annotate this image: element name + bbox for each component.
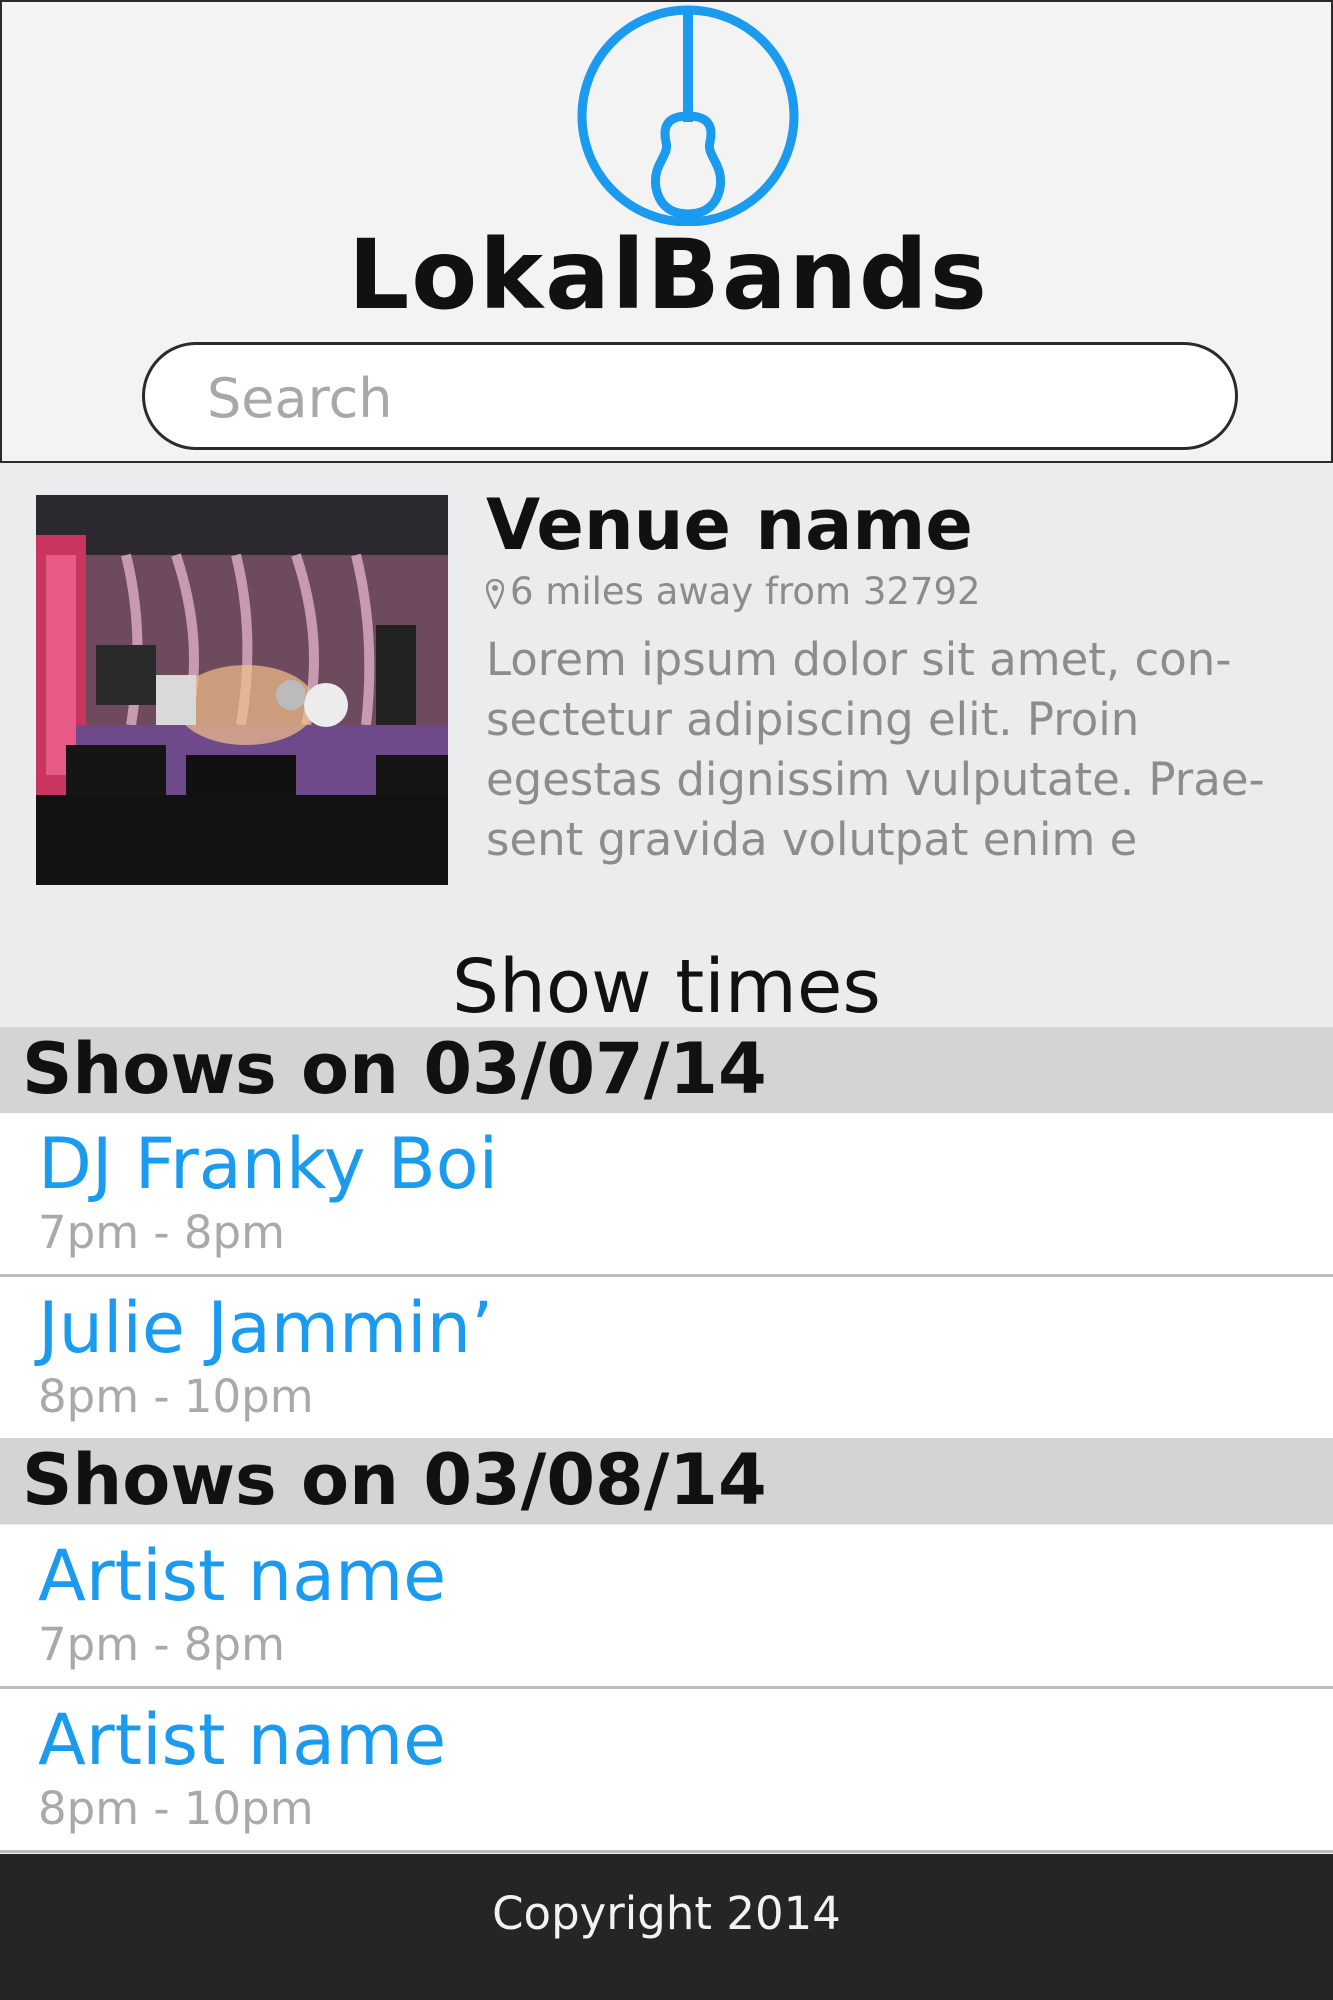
show-time: 8pm - 10pm	[38, 1782, 314, 1835]
artist-name-link[interactable]: DJ Franky Boi	[38, 1119, 498, 1209]
artist-name-link[interactable]: Artist name	[38, 1695, 446, 1785]
artist-name-link[interactable]: Artist name	[38, 1531, 446, 1621]
venue-photo	[36, 495, 448, 885]
search-input[interactable]	[205, 353, 1169, 443]
map-pin-icon	[485, 578, 505, 611]
show-row[interactable]: DJ Franky Boi 7pm - 8pm	[0, 1113, 1333, 1277]
show-time: 7pm - 8pm	[38, 1206, 285, 1259]
day-header-label: Shows on 03/07/14	[22, 1028, 767, 1110]
show-times-title: Show times	[452, 944, 881, 1030]
app-header: LokalBands	[0, 0, 1333, 463]
guitar-logo-icon[interactable]	[574, 4, 802, 226]
show-time: 8pm - 10pm	[38, 1370, 314, 1423]
venue-description: Lorem ipsum dolor sit amet, con-sectetur…	[486, 633, 1265, 866]
footer: Copyright 2014	[0, 1854, 1333, 2000]
venue-distance-text: 6 miles away from 32792	[510, 570, 981, 613]
day-header: Shows on 03/08/14	[0, 1438, 1333, 1524]
app-logo-text[interactable]: LokalBands	[2, 220, 1333, 330]
day-header-label: Shows on 03/08/14	[22, 1439, 767, 1521]
show-row[interactable]: Artist name 8pm - 10pm	[0, 1689, 1333, 1853]
venue-name: Venue name	[486, 484, 973, 566]
search-box[interactable]	[142, 342, 1238, 450]
show-row[interactable]: Julie Jammin’ 8pm - 10pm	[0, 1277, 1333, 1441]
copyright-text: Copyright 2014	[492, 1887, 841, 1940]
show-time: 7pm - 8pm	[38, 1618, 285, 1671]
show-row[interactable]: Artist name 7pm - 8pm	[0, 1525, 1333, 1689]
day-header: Shows on 03/07/14	[0, 1027, 1333, 1113]
venue-distance: 6 miles away from 32792	[485, 568, 981, 616]
artist-name-link[interactable]: Julie Jammin’	[38, 1283, 493, 1373]
